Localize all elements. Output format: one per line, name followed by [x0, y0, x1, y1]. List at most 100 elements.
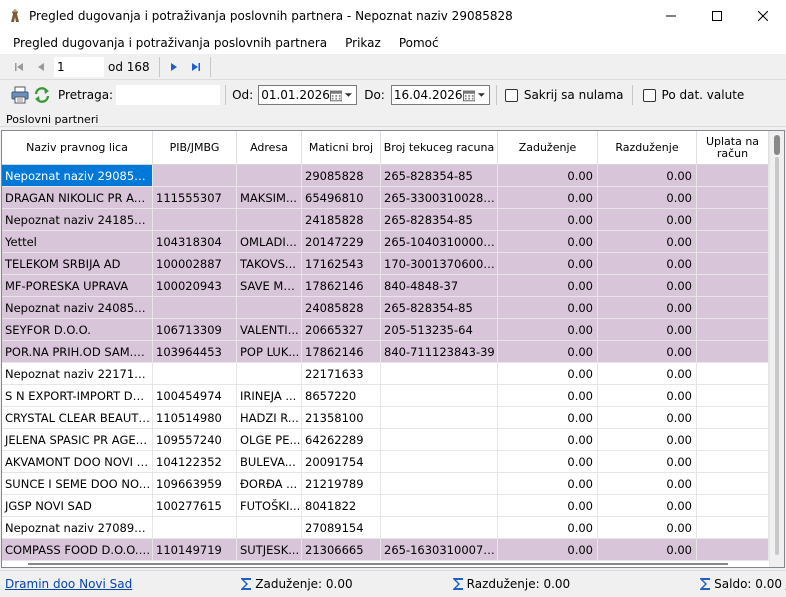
- cell-debit[interactable]: 0.00: [498, 275, 598, 297]
- cell-debit[interactable]: 0.00: [498, 517, 598, 539]
- cell-account[interactable]: 840-711123843-39: [381, 341, 498, 363]
- cell-address[interactable]: FUTOŠKI...: [237, 495, 302, 517]
- table-row[interactable]: DRAGAN NIKOLIC PR AG... 111555307 MAKSIM..…: [2, 187, 769, 209]
- cell-address[interactable]: VALENTI...: [237, 319, 302, 341]
- cell-debit[interactable]: 0.00: [498, 473, 598, 495]
- maximize-button[interactable]: [694, 0, 740, 32]
- minimize-button[interactable]: [648, 0, 694, 32]
- cell-payment[interactable]: [697, 363, 769, 385]
- cell-pib[interactable]: [153, 517, 237, 539]
- cell-partner-name[interactable]: DRAGAN NIKOLIC PR AG...: [2, 187, 153, 209]
- cell-pib[interactable]: 104318304: [153, 231, 237, 253]
- cell-partner-name[interactable]: SEYFOR D.O.O.: [2, 319, 153, 341]
- cell-payment[interactable]: [697, 341, 769, 363]
- cell-payment[interactable]: [697, 385, 769, 407]
- cell-reg-number[interactable]: 65496810: [302, 187, 381, 209]
- cell-credit[interactable]: 0.00: [598, 385, 697, 407]
- menu-item-help[interactable]: Pomoć: [390, 36, 448, 50]
- cell-reg-number[interactable]: 20665327: [302, 319, 381, 341]
- cell-pib[interactable]: 100002887: [153, 253, 237, 275]
- table-row[interactable]: Nepoznat naziv 24185828 24185828 265-82835…: [2, 209, 769, 231]
- cell-debit[interactable]: 0.00: [498, 495, 598, 517]
- table-row[interactable]: JELENA SPASIC PR AGEN... 109557240 OLGE PE…: [2, 429, 769, 451]
- cell-pib[interactable]: 103964453: [153, 341, 237, 363]
- cell-payment[interactable]: [697, 319, 769, 341]
- cell-reg-number[interactable]: 21219789: [302, 473, 381, 495]
- cell-pib[interactable]: [153, 297, 237, 319]
- first-page-button[interactable]: [8, 56, 30, 78]
- cell-account[interactable]: 265-828354-85: [381, 297, 498, 319]
- cell-pib[interactable]: [153, 363, 237, 385]
- cell-pib[interactable]: 100454974: [153, 385, 237, 407]
- vertical-scrollbar[interactable]: [769, 131, 784, 567]
- cell-reg-number[interactable]: 8041822: [302, 495, 381, 517]
- from-date-picker[interactable]: 01.01.2026: [258, 85, 358, 105]
- cell-address[interactable]: IRINEJA ...: [237, 385, 302, 407]
- cell-partner-name[interactable]: JELENA SPASIC PR AGEN...: [2, 429, 153, 451]
- cell-reg-number[interactable]: 27089154: [302, 517, 381, 539]
- table-row[interactable]: POR.NA PRIH.OD SAM.DE... 103964453 POP LUK…: [2, 341, 769, 363]
- cell-account[interactable]: [381, 407, 498, 429]
- horizontal-scrollbar[interactable]: [28, 563, 728, 565]
- cell-debit[interactable]: 0.00: [498, 451, 598, 473]
- cell-partner-name[interactable]: COMPASS FOOD D.O.O. N...: [2, 539, 153, 561]
- cell-account[interactable]: [381, 451, 498, 473]
- cell-partner-name[interactable]: Yettel: [2, 231, 153, 253]
- table-row[interactable]: Nepoznat naziv 27089154 27089154 0.00 0.00: [2, 517, 769, 539]
- last-page-button[interactable]: [185, 56, 207, 78]
- cell-reg-number[interactable]: 24185828: [302, 209, 381, 231]
- cell-debit[interactable]: 0.00: [498, 429, 598, 451]
- cell-credit[interactable]: 0.00: [598, 319, 697, 341]
- cell-credit[interactable]: 0.00: [598, 407, 697, 429]
- cell-reg-number[interactable]: 17862146: [302, 275, 381, 297]
- cell-debit[interactable]: 0.00: [498, 319, 598, 341]
- scrollbar-thumb[interactable]: [774, 135, 780, 155]
- by-currency-date-label[interactable]: Po dat. valute: [662, 88, 745, 102]
- company-link[interactable]: Dramin doo Novi Sad: [5, 577, 132, 591]
- cell-credit[interactable]: 0.00: [598, 363, 697, 385]
- cell-account[interactable]: [381, 495, 498, 517]
- cell-pib[interactable]: 109663959: [153, 473, 237, 495]
- cell-reg-number[interactable]: 22171633: [302, 363, 381, 385]
- next-page-button[interactable]: [163, 56, 185, 78]
- cell-address[interactable]: ĐORĐA ...: [237, 473, 302, 495]
- cell-account[interactable]: 265-828354-85: [381, 209, 498, 231]
- cell-debit[interactable]: 0.00: [498, 385, 598, 407]
- cell-reg-number[interactable]: 17162543: [302, 253, 381, 275]
- prev-page-button[interactable]: [30, 56, 52, 78]
- cell-reg-number[interactable]: 17862146: [302, 341, 381, 363]
- cell-payment[interactable]: [697, 407, 769, 429]
- cell-address[interactable]: [237, 297, 302, 319]
- table-row[interactable]: JGSP NOVI SAD 100277615 FUTOŠKI... 8041822 0…: [2, 495, 769, 517]
- header-col-reg-number[interactable]: Maticni broj: [302, 131, 381, 165]
- cell-payment[interactable]: [697, 495, 769, 517]
- cell-credit[interactable]: 0.00: [598, 275, 697, 297]
- cell-partner-name[interactable]: S N EXPORT-IMPORT DO...: [2, 385, 153, 407]
- cell-address[interactable]: POP LUK...: [237, 341, 302, 363]
- cell-credit[interactable]: 0.00: [598, 451, 697, 473]
- cell-account[interactable]: 840-4848-37: [381, 275, 498, 297]
- table-row[interactable]: SEYFOR D.O.O. 106713309 VALENTI... 20665327…: [2, 319, 769, 341]
- cell-partner-name[interactable]: CRYSTAL CLEAR BEAUTY...: [2, 407, 153, 429]
- cell-pib[interactable]: 111555307: [153, 187, 237, 209]
- cell-debit[interactable]: 0.00: [498, 539, 598, 561]
- cell-account[interactable]: [381, 385, 498, 407]
- cell-address[interactable]: OLGE PE...: [237, 429, 302, 451]
- cell-account[interactable]: [381, 429, 498, 451]
- cell-reg-number[interactable]: 64262289: [302, 429, 381, 451]
- to-date-picker[interactable]: 16.04.2026: [390, 85, 490, 105]
- cell-credit[interactable]: 0.00: [598, 341, 697, 363]
- table-row[interactable]: S N EXPORT-IMPORT DO... 100454974 IRINEJA …: [2, 385, 769, 407]
- cell-pib[interactable]: 110514980: [153, 407, 237, 429]
- cell-debit[interactable]: 0.00: [498, 341, 598, 363]
- cell-reg-number[interactable]: 21306665: [302, 539, 381, 561]
- cell-payment[interactable]: [697, 429, 769, 451]
- table-row[interactable]: MF-PORESKA UPRAVA 100020943 SAVE MA... 1786…: [2, 275, 769, 297]
- menu-item-view[interactable]: Prikaz: [336, 36, 390, 50]
- cell-debit[interactable]: 0.00: [498, 231, 598, 253]
- cell-payment[interactable]: [697, 253, 769, 275]
- table-row[interactable]: Nepoznat naziv 24085828 24085828 265-82835…: [2, 297, 769, 319]
- cell-credit[interactable]: 0.00: [598, 231, 697, 253]
- cell-partner-name[interactable]: Nepoznat naziv 27089154: [2, 517, 153, 539]
- header-col-pib[interactable]: PIB/JMBG: [153, 131, 237, 165]
